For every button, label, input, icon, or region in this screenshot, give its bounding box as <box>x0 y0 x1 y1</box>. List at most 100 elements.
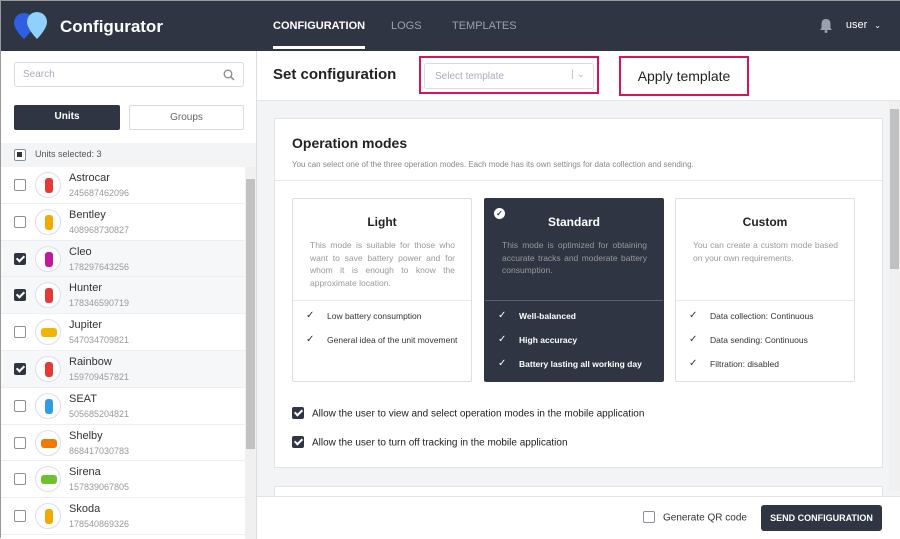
mode-feature: Battery lasting all working day <box>519 359 642 369</box>
sidebar-scrollbar[interactable] <box>245 167 256 539</box>
unit-checkbox[interactable] <box>14 436 26 449</box>
divider <box>676 300 854 301</box>
unit-name: Skoda <box>69 503 101 516</box>
unit-checkbox[interactable] <box>14 179 26 191</box>
unit-row[interactable]: Rainbow 159709457821 <box>1 350 245 388</box>
unit-name: Cleo <box>69 245 92 258</box>
app-title: Configurator <box>60 17 163 36</box>
unit-id: 868417030783 <box>69 445 130 456</box>
mode-title: Standard <box>547 215 600 229</box>
unit-id: 178346590719 <box>69 298 130 309</box>
sidebar: Search Units Groups Units selected: 3 As… <box>1 51 257 539</box>
unit-row[interactable]: Skoda 178540869326 <box>1 498 245 535</box>
unit-row[interactable]: Shelby 868417030783 <box>1 424 245 462</box>
unit-row[interactable]: Sirena 157839067805 <box>1 461 245 499</box>
unit-checkbox[interactable] <box>14 473 26 486</box>
unit-row[interactable]: Bentley 408968730827 <box>1 203 245 241</box>
car-shape <box>45 288 53 304</box>
mode-title: Custom <box>742 215 788 229</box>
unit-name: Jupiter <box>69 319 103 332</box>
template-select[interactable]: Select template | ⌄ <box>424 63 594 89</box>
tab-groups[interactable]: Groups <box>129 105 244 130</box>
check-icon: ✓ <box>689 358 698 369</box>
apply-template-callout: Apply template <box>619 56 749 96</box>
divider <box>293 300 471 301</box>
car-icon <box>35 245 61 272</box>
unit-row[interactable]: Cleo 178297643256 <box>1 240 245 278</box>
mode-feature: Well-balanced <box>519 311 576 321</box>
config-header: Set configuration Select template | ⌄ App… <box>257 51 900 101</box>
car-icon <box>35 503 61 530</box>
search-icon[interactable] <box>223 69 235 81</box>
generate-qr-toggle[interactable]: Generate QR code <box>643 511 747 524</box>
unit-row[interactable]: Hunter 178346590719 <box>1 277 245 315</box>
mode-feature: Data collection: Continuous <box>710 311 814 321</box>
mode-feature: General idea of the unit movement <box>327 335 458 345</box>
car-icon <box>35 429 61 456</box>
mode-card-light[interactable]: Light This mode is suitable for those wh… <box>292 198 472 382</box>
mode-description: This mode is optimized for obtaining acc… <box>502 240 647 275</box>
footer-bar: Generate QR code SEND CONFIGURATION <box>257 496 900 539</box>
scrollbar-thumb[interactable] <box>246 179 255 449</box>
unit-checkbox[interactable] <box>14 399 26 412</box>
operation-modes-card: Operation modes You can select one of th… <box>274 118 883 468</box>
tab-configuration[interactable]: CONFIGURATION <box>273 1 366 49</box>
unit-row[interactable]: Jupiter 547034709821 <box>1 314 245 351</box>
car-icon <box>35 466 61 493</box>
mode-feature: Low battery consumption <box>327 311 422 321</box>
mode-feature: Data sending: Continuous <box>710 335 808 345</box>
page-title: Set configuration <box>273 66 397 83</box>
unit-name: Astrocar <box>69 172 110 184</box>
checkbox[interactable] <box>292 436 304 448</box>
top-bar: Configurator CONFIGURATION LOGS TEMPLATE… <box>1 1 900 51</box>
unit-id: 159709457821 <box>69 371 130 382</box>
check-icon: ✓ <box>689 334 698 345</box>
section-description: You can select one of the three operatio… <box>292 160 694 169</box>
main-panel: Set configuration Select template | ⌄ App… <box>257 51 900 539</box>
tab-units[interactable]: Units <box>14 105 120 130</box>
car-shape <box>45 361 53 377</box>
user-menu[interactable]: user ⌄ <box>846 19 881 31</box>
chevron-down-icon: ⌄ <box>874 21 881 30</box>
unit-row[interactable]: SEAT 505685204821 <box>1 387 245 425</box>
tab-templates[interactable]: TEMPLATES <box>452 1 517 51</box>
car-shape <box>41 328 57 338</box>
unit-id: 157839067805 <box>69 482 130 493</box>
option-label: Allow the user to turn off tracking in t… <box>312 437 568 449</box>
mode-card-custom[interactable]: Custom You can create a custom mode base… <box>675 198 855 382</box>
unit-id: 505685204821 <box>69 408 130 419</box>
unit-checkbox[interactable] <box>14 510 26 523</box>
unit-checkbox[interactable] <box>14 215 26 228</box>
tab-logs[interactable]: LOGS <box>391 1 422 51</box>
car-shape <box>41 475 57 485</box>
unit-list: Astrocar 245687462096 Bentley 4089687308… <box>1 167 245 535</box>
bell-icon[interactable] <box>819 18 833 33</box>
mode-title: Light <box>367 215 397 229</box>
mode-feature: Filtration: disabled <box>710 359 779 369</box>
car-icon <box>35 172 61 198</box>
unit-checkbox[interactable] <box>14 289 26 302</box>
send-configuration-button[interactable]: SEND CONFIGURATION <box>761 505 882 531</box>
unit-checkbox[interactable] <box>14 326 26 339</box>
template-placeholder: Select template <box>435 71 504 82</box>
option-turn-off-tracking[interactable]: Allow the user to turn off tracking in t… <box>292 436 568 449</box>
units-selected-bar: Units selected: 3 <box>1 143 256 167</box>
search-input[interactable]: Search <box>14 62 244 87</box>
select-all-checkbox[interactable] <box>14 149 26 161</box>
units-selected-count: Units selected: 3 <box>35 149 102 159</box>
unit-name: Rainbow <box>69 355 112 368</box>
option-view-modes[interactable]: Allow the user to view and select operat… <box>292 407 644 420</box>
checkbox[interactable] <box>292 407 304 419</box>
scrollbar-thumb[interactable] <box>890 109 899 269</box>
unit-name: Hunter <box>69 282 103 295</box>
divider <box>485 300 663 301</box>
unit-checkbox[interactable] <box>14 252 26 265</box>
mode-description: This mode is suitable for those who want… <box>310 240 455 288</box>
car-shape <box>45 251 53 267</box>
main-scrollbar[interactable] <box>889 101 900 491</box>
unit-name: Sirena <box>69 466 101 479</box>
mode-card-standard[interactable]: ✓ Standard This mode is optimized for obt… <box>484 198 664 382</box>
unit-row[interactable]: Astrocar 245687462096 <box>1 167 245 204</box>
unit-checkbox[interactable] <box>14 362 26 375</box>
qr-checkbox[interactable] <box>643 511 655 523</box>
